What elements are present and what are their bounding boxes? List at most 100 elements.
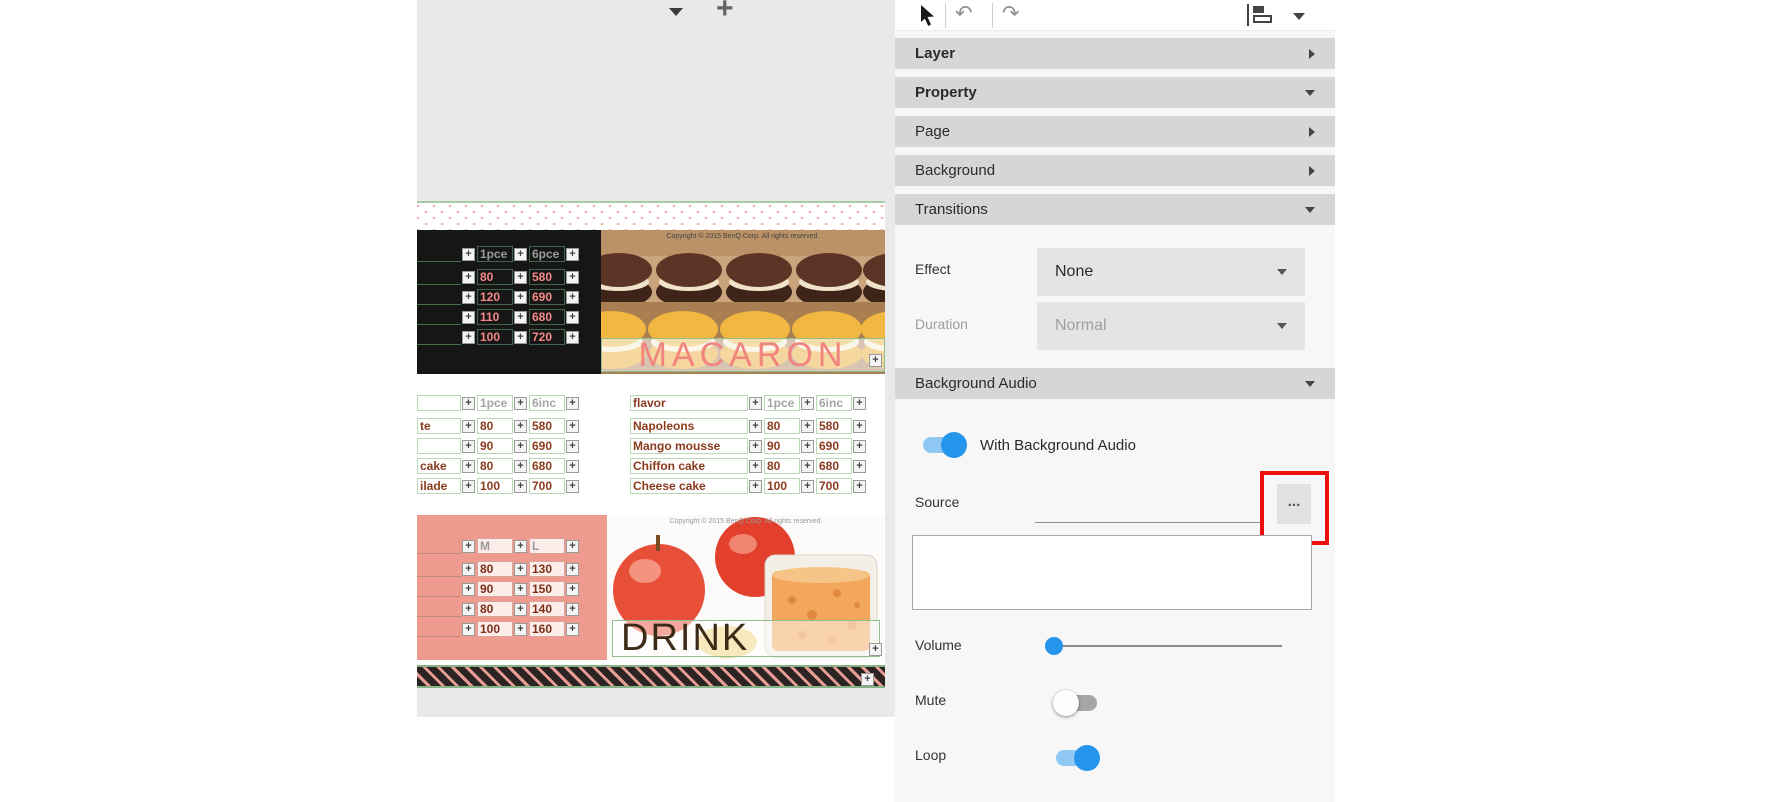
menu-field-name[interactable] [417, 329, 461, 345]
menu-field-name[interactable]: ilade [417, 478, 461, 494]
menu-field-name[interactable] [417, 246, 461, 262]
add-item-button[interactable]: + [462, 248, 475, 261]
menu-field-name[interactable]: Napoleons [630, 418, 748, 434]
menu-field-p2[interactable]: 690 [529, 438, 565, 454]
menu-field-p2[interactable]: 680 [816, 458, 852, 474]
add-item-button[interactable]: + [749, 420, 762, 433]
add-item-button[interactable]: + [566, 331, 579, 344]
add-item-button[interactable]: + [462, 623, 475, 636]
add-item-button[interactable]: + [566, 420, 579, 433]
menu-field-p1[interactable]: 100 [477, 478, 513, 494]
add-item-button[interactable]: + [462, 331, 475, 344]
source-input[interactable] [1035, 522, 1260, 523]
section-property[interactable]: Property [895, 77, 1335, 108]
add-item-button[interactable]: + [566, 623, 579, 636]
design-canvas[interactable]: + +1pce+6pce++80+580++120+690++110+680++… [417, 0, 895, 717]
menu-field-name[interactable] [417, 289, 461, 305]
add-item-button[interactable]: + [514, 623, 527, 636]
add-item-button[interactable]: + [749, 460, 762, 473]
add-item-button[interactable]: + [514, 311, 527, 324]
menu-field-p1[interactable]: 80 [477, 561, 513, 577]
add-item-button[interactable]: + [462, 420, 475, 433]
add-item-button[interactable]: + [853, 397, 866, 410]
add-item-button[interactable]: + [853, 480, 866, 493]
menu-field-p2[interactable]: 130 [529, 561, 565, 577]
add-item-button[interactable]: + [462, 440, 475, 453]
add-item-button[interactable]: + [853, 440, 866, 453]
add-item-button[interactable]: + [749, 480, 762, 493]
menu-field-p1[interactable]: 80 [477, 269, 513, 285]
add-item-button[interactable]: + [801, 420, 814, 433]
menu-field-p1[interactable]: 110 [477, 309, 513, 325]
menu-field-name[interactable]: flavor [630, 395, 748, 411]
add-item-button[interactable]: + [566, 440, 579, 453]
cursor-tool-icon[interactable] [917, 4, 939, 28]
menu-field-p2[interactable]: 700 [529, 478, 565, 494]
add-element-button[interactable]: + [861, 673, 874, 686]
add-item-button[interactable]: + [853, 420, 866, 433]
add-item-button[interactable]: + [514, 271, 527, 284]
undo-icon[interactable]: ↶ [955, 1, 973, 26]
add-item-button[interactable]: + [462, 583, 475, 596]
chevron-down-icon[interactable] [1293, 13, 1305, 20]
menu-field-p2[interactable]: 6pce [529, 246, 565, 262]
add-item-button[interactable]: + [749, 397, 762, 410]
menu-field-name[interactable] [417, 621, 461, 637]
add-item-button[interactable]: + [462, 540, 475, 553]
add-item-button[interactable]: + [566, 460, 579, 473]
add-item-button[interactable]: + [566, 248, 579, 261]
add-item-button[interactable]: + [566, 291, 579, 304]
add-item-button[interactable]: + [462, 397, 475, 410]
menu-field-name[interactable]: Chiffon cake [630, 458, 748, 474]
add-item-button[interactable]: + [514, 583, 527, 596]
add-item-button[interactable]: + [514, 248, 527, 261]
menu-field-p2[interactable]: 580 [529, 269, 565, 285]
section-layer[interactable]: Layer [895, 38, 1335, 69]
volume-slider-track[interactable] [1045, 645, 1282, 647]
add-item-button[interactable]: + [462, 311, 475, 324]
menu-field-p1[interactable]: M [477, 538, 513, 554]
section-background[interactable]: Background [895, 155, 1335, 186]
menu-field-name[interactable] [417, 581, 461, 597]
redo-icon[interactable]: ↷ [1002, 1, 1020, 26]
menu-field-p1[interactable]: 80 [764, 418, 800, 434]
menu-field-name[interactable]: Cheese cake [630, 478, 748, 494]
menu-field-name[interactable]: te [417, 418, 461, 434]
menu-field-p1[interactable]: 1pce [477, 395, 513, 411]
menu-field-p2[interactable]: 160 [529, 621, 565, 637]
add-item-button[interactable]: + [462, 271, 475, 284]
menu-field-p1[interactable]: 120 [477, 289, 513, 305]
menu-field-p1[interactable]: 80 [764, 458, 800, 474]
menu-field-name[interactable] [417, 309, 461, 325]
add-item-button[interactable]: + [514, 480, 527, 493]
add-item-button[interactable]: + [462, 480, 475, 493]
add-item-button[interactable]: + [462, 603, 475, 616]
menu-field-p2[interactable]: 700 [816, 478, 852, 494]
add-item-button[interactable]: + [462, 460, 475, 473]
menu-field-name[interactable] [417, 438, 461, 454]
volume-slider-thumb[interactable] [1045, 637, 1063, 655]
add-item-button[interactable]: + [462, 563, 475, 576]
add-item-button[interactable]: + [801, 440, 814, 453]
menu-field-p2[interactable]: 140 [529, 601, 565, 617]
menu-field-p2[interactable]: 580 [529, 418, 565, 434]
add-item-button[interactable]: + [566, 271, 579, 284]
menu-field-name[interactable] [417, 561, 461, 577]
add-item-button[interactable]: + [514, 331, 527, 344]
add-item-button[interactable]: + [801, 397, 814, 410]
menu-field-name[interactable] [417, 538, 461, 554]
audio-description-textarea[interactable] [912, 535, 1312, 610]
add-element-button[interactable]: + [869, 354, 882, 367]
menu-field-p1[interactable]: 1pce [477, 246, 513, 262]
effect-dropdown[interactable]: None [1037, 248, 1305, 296]
menu-field-p1[interactable]: 90 [764, 438, 800, 454]
add-item-button[interactable]: + [462, 291, 475, 304]
add-item-button[interactable]: + [514, 540, 527, 553]
add-page-button[interactable]: + [716, 0, 734, 26]
add-item-button[interactable]: + [514, 397, 527, 410]
add-item-button[interactable]: + [801, 480, 814, 493]
add-item-button[interactable]: + [514, 420, 527, 433]
add-item-button[interactable]: + [566, 480, 579, 493]
page-collapse-icon[interactable] [669, 8, 683, 16]
menu-field-name[interactable] [417, 395, 461, 411]
